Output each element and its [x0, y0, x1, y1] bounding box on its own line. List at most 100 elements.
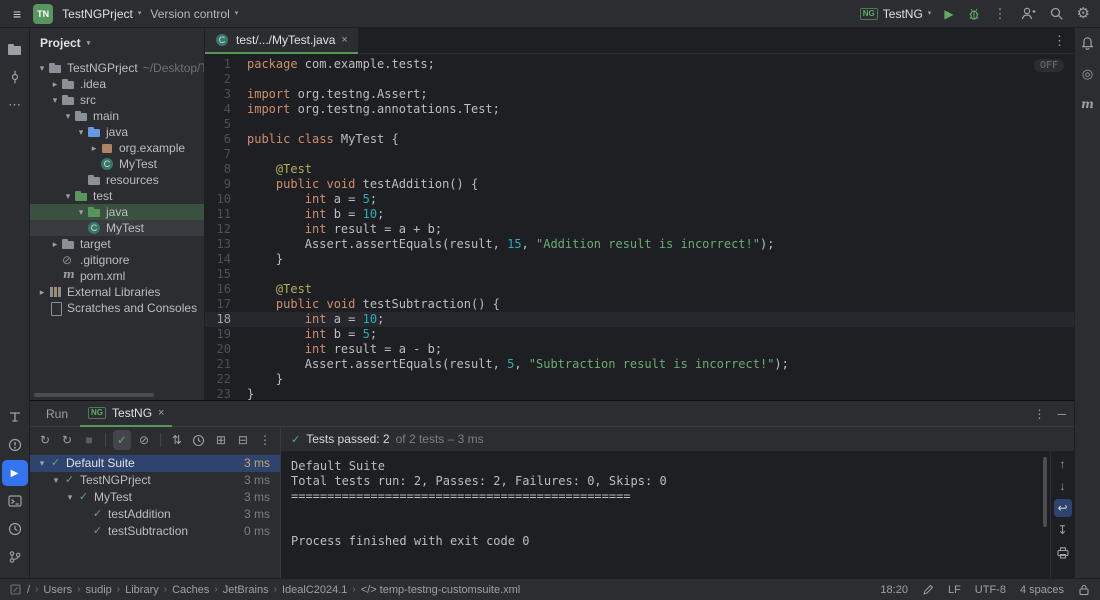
close-tab-icon[interactable]: ×: [158, 407, 164, 419]
edit-pencil-icon[interactable]: [922, 584, 934, 596]
stop-button[interactable]: ■: [80, 430, 98, 450]
code-line[interactable]: 23}: [205, 387, 1074, 400]
console-output[interactable]: Default Suite Total tests run: 2, Passes:…: [281, 451, 1050, 578]
tree-chevron-icon[interactable]: ▾: [36, 60, 48, 76]
run-panel-options-icon[interactable]: ⋮: [1033, 407, 1045, 421]
breadcrumb-item[interactable]: /: [27, 584, 30, 596]
search-everywhere-button[interactable]: [1049, 6, 1064, 21]
test-tree-item[interactable]: ✓ testAddition 3 ms: [30, 506, 280, 523]
project-tree-item[interactable]: ▾ java: [30, 204, 204, 220]
test-tree-item[interactable]: ▾ ✓ MyTest 3 ms: [30, 489, 280, 506]
expand-all-button[interactable]: ⊞: [212, 430, 230, 450]
indent-widget[interactable]: 4 spaces: [1020, 584, 1064, 596]
test-options-icon[interactable]: ⋮: [256, 430, 274, 450]
project-tree-item[interactable]: ▾ TestNGPrject ~/Desktop/Te: [30, 60, 204, 76]
code-line[interactable]: 10 int a = 5;: [205, 192, 1074, 207]
rerun-tests-button[interactable]: ↻: [36, 430, 54, 450]
tree-chevron-icon[interactable]: ▸: [49, 76, 61, 92]
project-tree-item[interactable]: ▸ org.example: [30, 140, 204, 156]
problems-toolwindow-button[interactable]: [2, 432, 28, 458]
show-ignored-toggle[interactable]: ⊘: [135, 430, 153, 450]
settings-gear-icon[interactable]: ⚙: [1077, 6, 1090, 21]
clock-widget[interactable]: 18:20: [880, 584, 908, 596]
code-line[interactable]: 18 int a = 10;: [205, 312, 1074, 327]
commit-toolwindow-button[interactable]: [2, 64, 28, 90]
scroll-down-button[interactable]: ↓: [1054, 477, 1072, 495]
code-line[interactable]: 21 Assert.assertEquals(result, 5, "Subtr…: [205, 357, 1074, 372]
code-line[interactable]: 11 int b = 10;: [205, 207, 1074, 222]
tab-testng[interactable]: NG TestNG ×: [80, 401, 173, 427]
test-tree-item[interactable]: ✓ testSubtraction 0 ms: [30, 523, 280, 540]
breadcrumb-item[interactable]: Library: [125, 584, 159, 596]
collapse-all-button[interactable]: ⊟: [234, 430, 252, 450]
inspections-widget[interactable]: OFF: [1033, 59, 1064, 72]
line-separator-widget[interactable]: LF: [948, 584, 961, 596]
code-line[interactable]: 22 }: [205, 372, 1074, 387]
project-tree-item[interactable]: ▾ java: [30, 124, 204, 140]
project-tree-item[interactable]: pom.xml: [30, 268, 204, 284]
project-tree-item[interactable]: resources: [30, 172, 204, 188]
code-line[interactable]: 19 int b = 5;: [205, 327, 1074, 342]
run-config-selector[interactable]: NG TestNG ▾: [859, 7, 931, 21]
tab-options-icon[interactable]: ⋮: [1053, 33, 1066, 49]
code-line[interactable]: 7: [205, 147, 1074, 162]
run-button[interactable]: ▶: [944, 8, 953, 20]
tree-chevron-icon[interactable]: ▾: [50, 472, 62, 489]
breadcrumb-file[interactable]: </> temp-testng-customsuite.xml: [361, 584, 521, 596]
project-badge[interactable]: TN: [33, 3, 54, 24]
project-tree-item[interactable]: Scratches and Consoles: [30, 300, 204, 316]
git-toolwindow-button[interactable]: [2, 544, 28, 570]
project-tree-item[interactable]: ▾ main: [30, 108, 204, 124]
tree-chevron-icon[interactable]: ▾: [62, 108, 74, 124]
tree-chevron-icon[interactable]: ▾: [75, 124, 87, 140]
notifications-bell-icon[interactable]: [1080, 36, 1095, 51]
project-tree-item[interactable]: .gitignore: [30, 252, 204, 268]
debug-button[interactable]: [967, 7, 981, 21]
project-tree-item[interactable]: ▸ target: [30, 236, 204, 252]
code-line[interactable]: 14 }: [205, 252, 1074, 267]
hide-panel-icon[interactable]: ─: [1057, 407, 1066, 421]
build-toolwindow-button[interactable]: [2, 404, 28, 430]
code-line[interactable]: 12 int result = a + b;: [205, 222, 1074, 237]
print-button[interactable]: [1054, 543, 1072, 561]
terminal-toolwindow-button[interactable]: [2, 488, 28, 514]
vcs-widget[interactable]: Version control ▾: [150, 7, 238, 21]
project-toolwindow-button[interactable]: [2, 36, 28, 62]
encoding-widget[interactable]: UTF-8: [975, 584, 1006, 596]
readonly-lock-icon[interactable]: [1078, 583, 1090, 596]
tree-chevron-icon[interactable]: ▸: [36, 284, 48, 300]
code-line[interactable]: 13 Assert.assertEquals(result, 15, "Addi…: [205, 237, 1074, 252]
project-tree-item[interactable]: ▸ .idea: [30, 76, 204, 92]
close-tab-icon[interactable]: ×: [341, 34, 347, 46]
project-panel-header[interactable]: Project ▾: [30, 28, 204, 58]
more-toolwindows-button[interactable]: ⋯: [2, 92, 28, 118]
tree-chevron-icon[interactable]: ▾: [36, 455, 48, 472]
project-tree-item[interactable]: ▾ test: [30, 188, 204, 204]
test-tree-item[interactable]: ▾ ✓ Default Suite 3 ms: [30, 455, 280, 472]
code-line[interactable]: 20 int result = a - b;: [205, 342, 1074, 357]
tree-chevron-icon[interactable]: ▸: [49, 236, 61, 252]
test-tree-item[interactable]: ▾ ✓ TestNGPrject 3 ms: [30, 472, 280, 489]
breadcrumb-item[interactable]: Caches: [172, 584, 209, 596]
main-menu-icon[interactable]: ≡: [10, 6, 24, 22]
code-line[interactable]: 15: [205, 267, 1074, 282]
rerun-failed-tests-button[interactable]: ↻: [58, 430, 76, 450]
breadcrumb-item[interactable]: Users: [43, 584, 72, 596]
scroll-up-button[interactable]: ↑: [1054, 455, 1072, 473]
project-tree-item[interactable]: MyTest: [30, 220, 204, 236]
code-line[interactable]: 6 public class MyTest {: [205, 132, 1074, 147]
code-line[interactable]: 1 package com.example.tests;: [205, 57, 1074, 72]
code-with-me-button[interactable]: [1020, 6, 1036, 21]
breadcrumb-item[interactable]: IdealC2024.1: [282, 584, 347, 596]
tree-chevron-icon[interactable]: ▾: [64, 489, 76, 506]
coverage-icon[interactable]: ◎: [1082, 66, 1093, 82]
sort-by-duration-button[interactable]: [190, 430, 208, 450]
more-actions-button[interactable]: ⋮: [994, 7, 1007, 20]
sort-alphabetically-button[interactable]: ⇅: [168, 430, 186, 450]
code-line[interactable]: 16 @Test: [205, 282, 1074, 297]
tree-chevron-icon[interactable]: ▾: [75, 204, 87, 220]
show-passed-toggle[interactable]: ✓: [112, 430, 131, 450]
services-toolwindow-button[interactable]: [2, 516, 28, 542]
breadcrumb-item[interactable]: sudip: [85, 584, 111, 596]
editor-tab-mytest[interactable]: test/.../MyTest.java ×: [205, 27, 358, 54]
